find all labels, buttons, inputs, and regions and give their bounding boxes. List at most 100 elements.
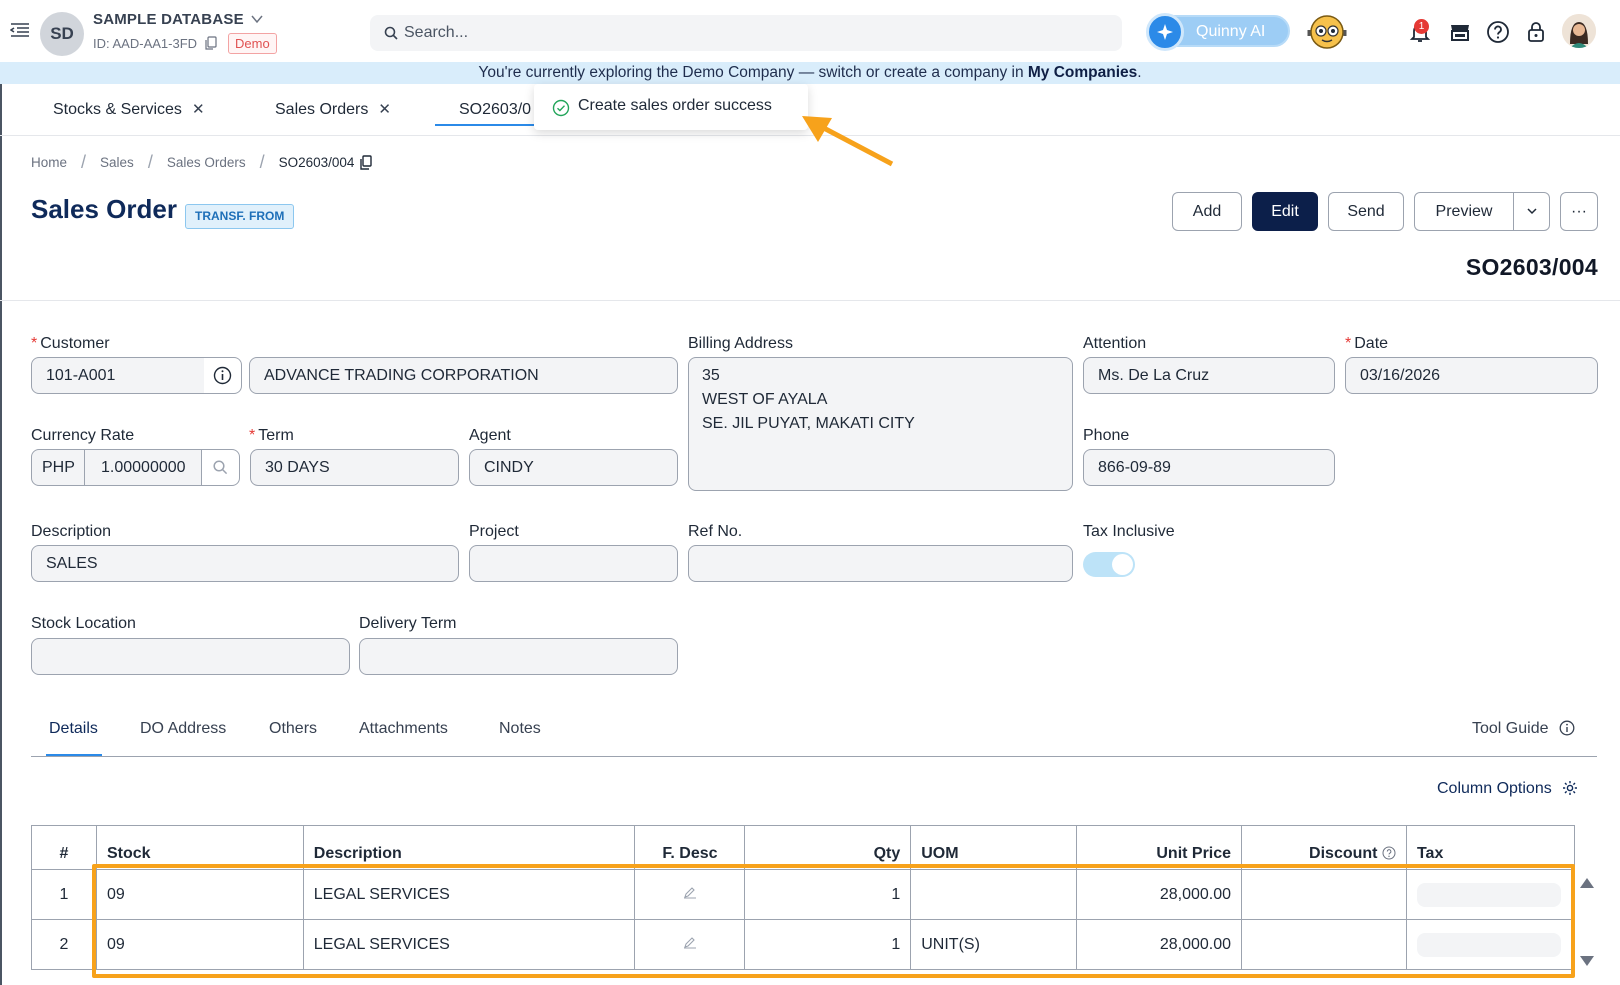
term-field[interactable]: 30 DAYS: [250, 449, 459, 486]
search-icon: [213, 460, 228, 475]
database-name[interactable]: SAMPLE DATABASE: [93, 11, 244, 28]
tab-others[interactable]: Others: [269, 720, 317, 738]
database-avatar[interactable]: SD: [40, 12, 84, 56]
chevron-down-icon: [1526, 207, 1537, 214]
phone-label: Phone: [1083, 427, 1130, 444]
global-search[interactable]: [370, 15, 1122, 51]
description-label: Description: [31, 523, 112, 540]
breadcrumb-separator: /: [259, 152, 265, 172]
row-number: 1: [31, 869, 97, 920]
agent-label: Agent: [469, 427, 511, 444]
demo-company-banner: You're currently exploring the Demo Comp…: [0, 62, 1620, 84]
column-header[interactable]: Description: [302, 825, 636, 870]
help-icon[interactable]: [1382, 846, 1396, 860]
chevron-down-icon[interactable]: [250, 13, 264, 25]
tab-attachments[interactable]: Attachments: [359, 720, 448, 738]
column-header: #: [31, 825, 97, 870]
tab-label: Stocks & Services: [53, 101, 182, 118]
ref-no-field[interactable]: [688, 545, 1073, 582]
preview-dropdown-button[interactable]: [1513, 192, 1550, 231]
tool-guide-label: Tool Guide: [1472, 720, 1549, 737]
stock-location-field[interactable]: [31, 638, 350, 675]
breadcrumb-separator: /: [147, 152, 153, 172]
breadcrumb-home[interactable]: Home: [31, 155, 67, 170]
search-input[interactable]: [404, 15, 1104, 51]
attention-field[interactable]: Ms. De La Cruz: [1083, 357, 1335, 394]
customer-code-field[interactable]: 101-A001: [31, 357, 205, 394]
date-label-text: Date: [1354, 335, 1389, 352]
close-icon[interactable]: ✕: [192, 94, 205, 126]
help-icon[interactable]: [1486, 20, 1510, 44]
breadcrumb-sales[interactable]: Sales: [100, 155, 134, 170]
term-label: * Term: [249, 427, 294, 445]
phone-field[interactable]: 866-09-89: [1083, 449, 1335, 486]
send-button[interactable]: Send: [1328, 192, 1404, 231]
scroll-up-icon[interactable]: [1580, 878, 1594, 888]
tax-inclusive-label: Tax Inclusive: [1083, 523, 1175, 540]
project-label: Project: [469, 523, 519, 540]
ref-no-label: Ref No.: [688, 523, 743, 540]
stock-location-label: Stock Location: [31, 615, 136, 632]
edit-button[interactable]: Edit: [1252, 192, 1318, 231]
close-icon[interactable]: ✕: [378, 94, 391, 126]
agent-field[interactable]: CINDY: [469, 449, 678, 486]
more-actions-button[interactable]: ···: [1560, 192, 1598, 231]
info-icon: [213, 366, 232, 385]
currency-field[interactable]: PHP: [31, 449, 85, 486]
notification-count-badge: 1: [1414, 19, 1429, 34]
column-header[interactable]: Unit Price: [1076, 825, 1243, 870]
tab-stocks-services[interactable]: Stocks & Services ✕: [53, 94, 205, 126]
tool-guide-button[interactable]: Tool Guide: [1472, 720, 1575, 738]
demo-badge: Demo: [228, 33, 277, 54]
user-avatar[interactable]: [1562, 14, 1596, 48]
database-id: ID: AAD-AA1-3FD: [93, 36, 198, 51]
delivery-term-label: Delivery Term: [359, 615, 457, 632]
required-marker: *: [1345, 335, 1352, 352]
tab-sales-order-detail[interactable]: SO2603/0: [435, 94, 545, 126]
billing-address-label: Billing Address: [688, 335, 793, 352]
column-header[interactable]: Tax: [1405, 825, 1576, 870]
tab-sales-orders[interactable]: Sales Orders ✕: [275, 94, 391, 126]
delivery-term-field[interactable]: [359, 638, 678, 675]
rate-search-button[interactable]: [201, 449, 240, 486]
my-companies-link[interactable]: My Companies: [1028, 64, 1137, 81]
copy-icon[interactable]: [205, 36, 217, 50]
project-field[interactable]: [469, 545, 678, 582]
exchange-rate-field[interactable]: 1.00000000: [84, 449, 202, 486]
customer-label-text: Customer: [40, 335, 110, 352]
transfer-from-badge[interactable]: TRANSF. FROM: [185, 204, 295, 229]
preview-button[interactable]: Preview: [1414, 192, 1514, 231]
page-title: Sales Order: [31, 194, 177, 224]
discount-column-header[interactable]: Discount: [1241, 825, 1407, 870]
breadcrumb-sales-orders[interactable]: Sales Orders: [167, 155, 246, 170]
billing-address-field[interactable]: [688, 357, 1073, 491]
tax-inclusive-toggle[interactable]: [1083, 552, 1135, 577]
lock-icon[interactable]: [1524, 20, 1548, 44]
column-header[interactable]: Qty: [744, 825, 912, 870]
required-marker: *: [31, 335, 38, 352]
customer-name-field[interactable]: ADVANCE TRADING CORPORATION: [249, 357, 678, 394]
success-toast: Create sales order success: [534, 84, 808, 130]
annotation-highlight-box: [92, 864, 1575, 978]
add-button[interactable]: Add: [1172, 192, 1242, 231]
table-header-row: # Stock Description F. Desc Qty UOM Unit…: [31, 825, 1576, 870]
menu-collapse-icon[interactable]: [10, 22, 30, 38]
column-options-button[interactable]: Column Options: [1437, 780, 1578, 798]
copy-icon[interactable]: [360, 155, 373, 170]
store-icon[interactable]: [1448, 20, 1472, 44]
support-bot-icon[interactable]: [1306, 12, 1348, 50]
scroll-down-icon[interactable]: [1580, 956, 1594, 966]
customer-info-button[interactable]: [204, 357, 242, 394]
quinny-ai-button[interactable]: Quinny AI: [1146, 13, 1290, 51]
tab-notes[interactable]: Notes: [499, 720, 541, 738]
tab-details[interactable]: Details: [49, 720, 98, 738]
breadcrumb: Home / Sales / Sales Orders / SO2603/004: [31, 152, 373, 173]
breadcrumb-separator: /: [81, 152, 87, 172]
column-header[interactable]: UOM: [910, 825, 1078, 870]
toast-message: Create sales order success: [578, 97, 772, 114]
column-header: F. Desc: [634, 825, 746, 870]
date-field[interactable]: 03/16/2026: [1345, 357, 1598, 394]
column-header[interactable]: Stock: [95, 825, 304, 870]
description-field[interactable]: SALES: [31, 545, 459, 582]
tab-do-address[interactable]: DO Address: [140, 720, 226, 738]
